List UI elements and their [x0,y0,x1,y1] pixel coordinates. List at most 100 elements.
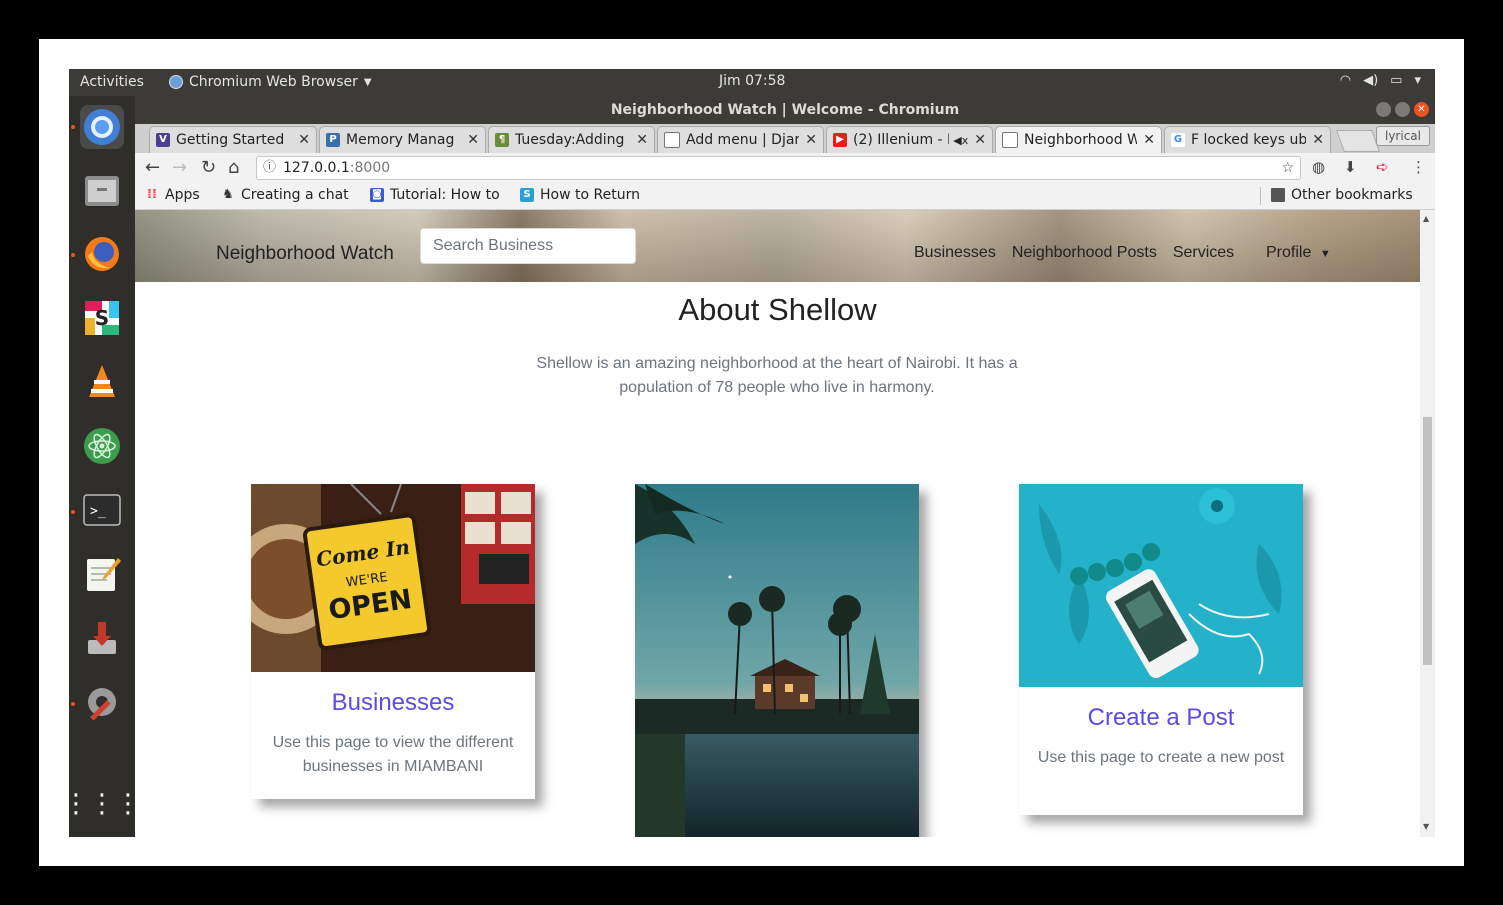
card-create-post[interactable]: Create a Post Use this page to create a … [1019,484,1303,815]
tab-favicon-v-icon: V [156,133,170,147]
scroll-thumb[interactable] [1423,417,1432,665]
extension-globe-icon[interactable]: ◍ [1312,158,1325,176]
discord-icon: ◙ [370,188,384,202]
tab-getting-started[interactable]: V Getting Started ✕ [149,126,317,153]
audio-muted-icon[interactable]: ◀x [953,134,968,147]
close-window-button[interactable]: ✕ [1414,102,1429,117]
svg-text:S: S [95,306,109,330]
app-menu-label: Chromium Web Browser [189,74,358,90]
nav-neighborhood-posts[interactable]: Neighborhood Posts [1012,244,1157,262]
firefox-launcher-icon[interactable] [80,232,124,276]
window-title: Neighborhood Watch | Welcome - Chromium [135,96,1435,124]
tab-label: Add menu | Djar [686,132,800,148]
tab-label: F locked keys ub [1191,132,1307,148]
maximize-button[interactable] [1395,102,1410,117]
navbar-links: Businesses Neighborhood Posts Services [914,244,1234,262]
home-icon[interactable]: ⌂ [228,157,239,178]
extension-arrow-icon[interactable]: ➪ [1376,158,1389,176]
activities-button[interactable]: Activities [80,74,144,90]
launcher-dock: S >_ ⋮⋮⋮ [69,96,141,837]
url-port: :8000 [349,160,391,176]
pin-icon: ¶ [495,133,509,147]
new-tab-button[interactable] [1335,130,1381,152]
tab-illenium[interactable]: ▶ (2) Illenium - F ◀x ✕ [826,126,993,153]
terminal-launcher-icon[interactable]: >_ [80,488,124,532]
profile-chip[interactable]: lyrical [1376,126,1430,146]
back-arrow-icon[interactable]: ← [145,157,160,178]
document-icon [1002,132,1018,148]
show-apps-grid-icon[interactable]: ⋮⋮⋮ [69,782,141,826]
card-neighborhood-image[interactable] [635,484,919,837]
navbar-brand[interactable]: Neighborhood Watch [216,243,394,265]
tab-close-icon[interactable]: ✕ [467,132,479,148]
card-title[interactable]: Create a Post [1019,704,1303,732]
tab-tuesday-adding[interactable]: ¶ Tuesday:Adding ✕ [488,126,655,153]
running-indicator [71,702,75,706]
document-icon [664,132,680,148]
settings-launcher-icon[interactable] [80,680,124,724]
tab-memory-manag[interactable]: P Memory Manag ✕ [319,126,486,153]
card-title[interactable]: Businesses [251,689,535,717]
nav-profile-dropdown[interactable]: Profile ▼ [1266,244,1331,262]
bookmark-creating-chat[interactable]: ♞ Creating a chat [221,187,349,203]
tab-label: Tuesday:Adding [515,132,625,148]
chromium-launcher-icon[interactable] [80,105,124,149]
text-editor-launcher-icon[interactable] [80,552,124,596]
ghost-icon: ♞ [222,187,234,202]
tab-add-menu[interactable]: Add menu | Djar ✕ [657,126,824,153]
bookmark-how-to-return[interactable]: S How to Return [520,187,640,203]
extension-download-icon[interactable]: ⬇ [1344,158,1357,176]
tab-strip: V Getting Started ✕ P Memory Manag ✕ ¶ T… [135,124,1435,153]
search-input[interactable]: Search Business [420,228,636,264]
vlc-launcher-icon[interactable] [80,360,124,404]
card-text: Use this page to view the different busi… [272,734,514,775]
scroll-down-icon[interactable]: ▼ [1423,822,1429,831]
atom-launcher-icon[interactable] [80,424,124,468]
tab-close-icon[interactable]: ✕ [1143,132,1155,148]
other-bookmarks[interactable]: Other bookmarks [1271,187,1413,203]
app-menu[interactable]: Chromium Web Browser ▼ [169,74,372,90]
minimize-button[interactable] [1376,102,1391,117]
forward-arrow-icon[interactable]: → [172,157,187,178]
tab-close-icon[interactable]: ✕ [805,132,817,148]
running-indicator [71,510,75,514]
bookmark-tutorial[interactable]: ◙ Tutorial: How to [370,187,500,203]
slack-launcher-icon[interactable]: S [80,296,124,340]
browser-menu-icon[interactable]: ⋮ [1411,158,1426,176]
site-info-icon[interactable]: ⓘ [263,157,276,179]
python-icon: P [326,133,340,147]
caret-down-icon: ▼ [363,76,372,88]
folder-icon [1271,188,1285,202]
nav-businesses[interactable]: Businesses [914,244,996,262]
installer-launcher-icon[interactable] [80,616,124,660]
tab-close-icon[interactable]: ✕ [1312,132,1324,148]
nav-services[interactable]: Services [1173,244,1234,262]
bookmark-apps[interactable]: ⁞⁞ Apps [145,187,200,203]
reload-icon[interactable]: ↻ [201,157,216,178]
tab-close-icon[interactable]: ✕ [636,132,648,148]
tab-close-icon[interactable]: ✕ [974,132,986,148]
tab-neighborhood-active[interactable]: Neighborhood W ✕ [995,126,1162,153]
card-businesses[interactable]: Come In WE'RE OPEN Businesses Use this p… [251,484,535,799]
bookmarks-bar: ⁞⁞ Apps ♞ Creating a chat ◙ Tutorial: Ho… [135,183,1435,210]
bookmark-label: Creating a chat [241,187,349,203]
open-sign-image: Come In WE'RE OPEN [251,484,535,672]
tab-locked-keys[interactable]: G F locked keys ub ✕ [1164,126,1331,153]
system-tray[interactable]: ◠ ◀) ▭ ▾ [1340,73,1421,88]
clock[interactable]: Jim 07:58 [719,73,785,89]
nav-profile-label: Profile [1266,244,1312,261]
volume-icon: ◀) [1363,73,1379,88]
running-indicator [71,125,75,129]
bookmarks-divider [1260,187,1261,205]
other-bookmarks-label: Other bookmarks [1291,187,1413,203]
wifi-icon: ◠ [1339,73,1352,88]
page-scrollbar[interactable]: ▲ ▼ [1420,210,1435,837]
url-host: 127.0.0.1 [283,160,350,176]
scroll-up-icon[interactable]: ▲ [1423,214,1429,223]
files-launcher-icon[interactable] [80,168,124,212]
window-controls: ✕ [1376,102,1429,117]
address-bar[interactable]: ⓘ 127.0.0.1:8000 ☆ [256,156,1301,180]
tab-close-icon[interactable]: ✕ [298,132,310,148]
running-indicator [71,253,75,257]
bookmark-star-icon[interactable]: ☆ [1281,157,1294,179]
